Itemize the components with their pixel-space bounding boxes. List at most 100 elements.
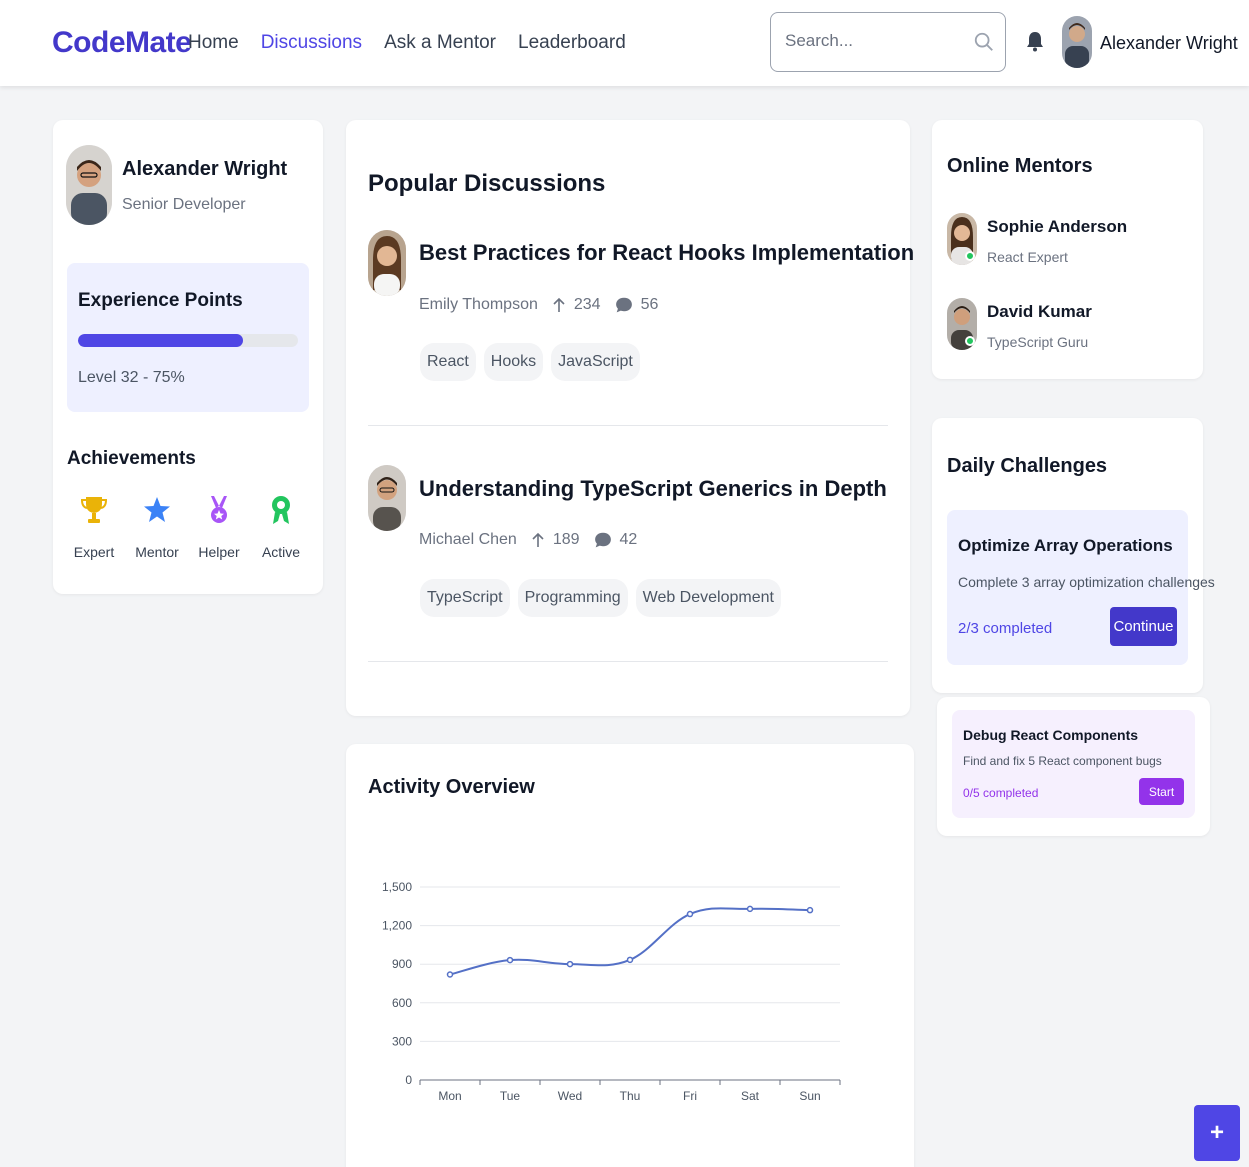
chart-y-tick-label: 1,200 bbox=[382, 919, 412, 933]
chart-data-point bbox=[746, 905, 754, 913]
chart-x-tick-label: Sun bbox=[799, 1089, 820, 1103]
tag[interactable]: Programming bbox=[517, 579, 628, 617]
achievement-label: Expert bbox=[73, 544, 115, 560]
chart-x-tick-label: Fri bbox=[683, 1089, 697, 1103]
experience-level: Level 32 - 75% bbox=[78, 369, 185, 386]
discussion-meta: Emily Thompson 234 56 bbox=[419, 296, 658, 314]
chart-y-tick-label: 300 bbox=[392, 1034, 412, 1048]
chart-x-tick-label: Tue bbox=[500, 1089, 521, 1103]
user-name[interactable]: Alexander Wright bbox=[1100, 33, 1238, 54]
chart-x-tick-label: Wed bbox=[558, 1089, 582, 1103]
add-button[interactable]: + bbox=[1194, 1105, 1240, 1161]
main-nav: Home Discussions Ask a Mentor Leaderboar… bbox=[188, 32, 626, 54]
challenges-title: Daily Challenges bbox=[947, 455, 1108, 477]
top-header: CodeMate Home Discussions Ask a Mentor L… bbox=[0, 0, 1249, 86]
nav-leaderboard[interactable]: Leaderboard bbox=[518, 32, 626, 54]
tag[interactable]: React bbox=[420, 343, 476, 381]
chart-y-tick-label: 0 bbox=[405, 1073, 412, 1087]
tag[interactable]: Web Development bbox=[635, 579, 781, 617]
search-input[interactable] bbox=[785, 31, 965, 51]
tag[interactable]: JavaScript bbox=[551, 343, 640, 381]
online-status-dot bbox=[965, 251, 975, 261]
achievement-helper[interactable]: Helper bbox=[189, 494, 249, 560]
chart-data-point bbox=[806, 906, 814, 914]
award-icon bbox=[272, 496, 290, 524]
search-box[interactable] bbox=[770, 12, 1006, 72]
upvote-count: 234 bbox=[573, 296, 601, 313]
discussion-title[interactable]: Best Practices for React Hooks Implement… bbox=[419, 240, 914, 266]
mentors-title: Online Mentors bbox=[947, 155, 1093, 177]
chart-y-tick-label: 1,500 bbox=[382, 880, 412, 894]
experience-progress-bar bbox=[78, 334, 298, 347]
challenge-description: Complete 3 array optimization challenges bbox=[958, 574, 1215, 590]
chart-x-tick-label: Thu bbox=[620, 1089, 641, 1103]
achievement-label: Active bbox=[261, 544, 301, 560]
achievement-active[interactable]: Active bbox=[251, 494, 311, 560]
chart-x-tick-label: Sat bbox=[741, 1089, 760, 1103]
activity-chart: 0 300 600 900 1,200 1,500 Mon Tue Wed Thu Fri Sat Su… bbox=[382, 880, 841, 1103]
experience-progress-fill bbox=[78, 334, 243, 347]
tag[interactable]: TypeScript bbox=[420, 579, 510, 617]
discussions-card bbox=[346, 120, 910, 716]
chart-data-point bbox=[506, 956, 514, 964]
achievement-label: Helper bbox=[198, 544, 240, 560]
arrow-up-icon[interactable] bbox=[552, 297, 566, 313]
chart-data-point bbox=[686, 910, 694, 918]
experience-title: Experience Points bbox=[78, 290, 243, 311]
chart-data-point bbox=[446, 971, 454, 978]
start-button[interactable]: Start bbox=[1139, 778, 1184, 805]
discussion-author[interactable]: Michael Chen bbox=[419, 531, 517, 549]
bell-icon[interactable] bbox=[1025, 30, 1045, 52]
challenge-title: Debug React Components bbox=[963, 727, 1139, 743]
discussion-author-avatar[interactable] bbox=[368, 465, 406, 531]
mentor-role: React Expert bbox=[987, 249, 1068, 265]
achievement-expert[interactable]: Expert bbox=[64, 494, 124, 560]
profile-role: Senior Developer bbox=[122, 196, 246, 213]
arrow-up-icon[interactable] bbox=[531, 532, 545, 548]
continue-button[interactable]: Continue bbox=[1110, 607, 1177, 646]
chart-x-tick-label: Mon bbox=[438, 1089, 461, 1103]
challenge-title: Optimize Array Operations bbox=[958, 536, 1173, 555]
chart-data-point bbox=[626, 956, 634, 964]
tag[interactable]: Hooks bbox=[483, 343, 544, 381]
user-avatar[interactable] bbox=[1062, 16, 1092, 68]
search-icon[interactable] bbox=[973, 31, 995, 53]
challenge-progress: 0/5 completed bbox=[963, 786, 1039, 800]
comment-icon[interactable] bbox=[594, 531, 612, 549]
mentor-name[interactable]: David Kumar bbox=[987, 302, 1092, 322]
achievement-label: Mentor bbox=[135, 544, 179, 560]
comment-count: 56 bbox=[640, 296, 659, 313]
achievements-title: Achievements bbox=[67, 448, 196, 469]
online-status-dot bbox=[965, 336, 975, 346]
nav-ask-a-mentor[interactable]: Ask a Mentor bbox=[384, 32, 496, 54]
star-icon bbox=[144, 497, 170, 522]
nav-home[interactable]: Home bbox=[188, 32, 239, 54]
chart-data-point bbox=[566, 960, 574, 968]
nav-discussions[interactable]: Discussions bbox=[261, 32, 362, 54]
medal-icon bbox=[211, 496, 227, 523]
discussion-meta: Michael Chen 189 42 bbox=[419, 531, 637, 549]
mentor-name[interactable]: Sophie Anderson bbox=[987, 217, 1127, 237]
challenge-progress: 2/3 completed bbox=[958, 620, 1053, 637]
challenge-description: Find and fix 5 React component bugs bbox=[963, 754, 1162, 768]
trophy-icon bbox=[80, 497, 108, 523]
discussion-title[interactable]: Understanding TypeScript Generics in Dep… bbox=[419, 476, 887, 502]
comment-count: 42 bbox=[619, 531, 638, 548]
logo[interactable]: CodeMate bbox=[52, 26, 192, 60]
profile-name: Alexander Wright bbox=[122, 158, 288, 180]
discussion-divider bbox=[368, 425, 888, 426]
chart-y-tick-label: 900 bbox=[392, 957, 412, 971]
discussion-tags: TypeScript Programming Web Development bbox=[420, 579, 781, 617]
upvote-count: 189 bbox=[552, 531, 580, 548]
profile-avatar bbox=[66, 145, 112, 225]
discussion-author-avatar[interactable] bbox=[368, 230, 406, 296]
achievement-mentor[interactable]: Mentor bbox=[127, 494, 187, 560]
discussions-title: Popular Discussions bbox=[368, 170, 606, 197]
activity-title: Activity Overview bbox=[368, 776, 535, 798]
discussion-tags: React Hooks JavaScript bbox=[420, 343, 640, 381]
discussion-divider bbox=[368, 661, 888, 662]
comment-icon[interactable] bbox=[615, 296, 633, 314]
mentor-role: TypeScript Guru bbox=[987, 334, 1089, 350]
chart-y-tick-label: 600 bbox=[392, 996, 412, 1010]
discussion-author[interactable]: Emily Thompson bbox=[419, 296, 538, 314]
